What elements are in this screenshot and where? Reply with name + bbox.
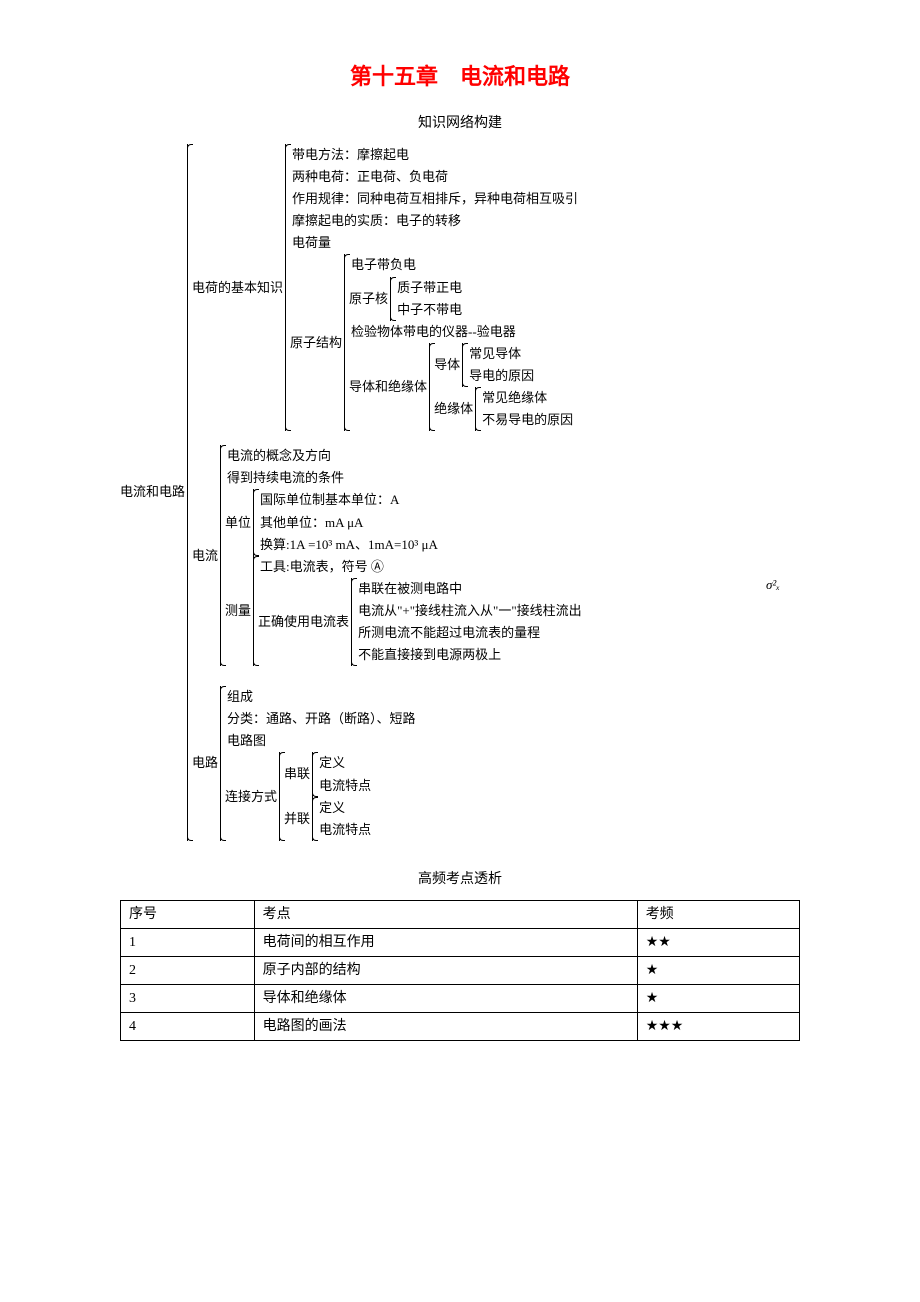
si-unit: 国际单位制基本单位：A: [258, 489, 440, 511]
conduct-reason: 导电的原因: [467, 365, 536, 387]
charge-types: 两种电荷：正电荷、负电荷: [290, 166, 580, 188]
composition: 组成: [225, 686, 418, 708]
frequency-table: 序号 考点 考频 1 电荷间的相互作用 ★★ 2 原子内部的结构 ★ 3 导体和…: [120, 900, 800, 1041]
range-limit: 所测电流不能超过电流表的量程: [356, 622, 584, 644]
chapter-title: 第十五章 电流和电路: [120, 60, 800, 93]
table-header-row: 序号 考点 考频: [121, 900, 800, 928]
cell-num: 3: [121, 984, 255, 1012]
cell-point: 导体和绝缘体: [254, 984, 637, 1012]
other-units: 其他单位：mA μA: [258, 512, 440, 534]
conductor-insulator-label: 导体和绝缘体: [349, 376, 429, 398]
tool-ammeter: 工具:电流表，符号 Ⓐ: [258, 556, 584, 578]
cell-freq: ★★: [637, 928, 799, 956]
header-point: 考点: [254, 900, 637, 928]
usage-label: 正确使用电流表: [258, 611, 351, 633]
current-concept: 电流的概念及方向: [225, 445, 584, 467]
table-row: 3 导体和绝缘体 ★: [121, 984, 800, 1012]
electroscope: 检验物体带电的仪器--验电器: [349, 321, 575, 343]
common-insulator: 常见绝缘体: [480, 387, 575, 409]
continuous-current: 得到持续电流的条件: [225, 467, 584, 489]
proton: 质子带正电: [395, 277, 464, 299]
circuit-diagram: 电路图: [225, 730, 418, 752]
neutron: 中子不带电: [395, 299, 464, 321]
atom-structure-label: 原子结构: [290, 332, 344, 354]
cell-point: 原子内部的结构: [254, 956, 637, 984]
classification: 分类：通路、开路（断路）、短路: [225, 708, 418, 730]
cell-freq: ★★★: [637, 1012, 799, 1040]
unit-conversion: 换算:1A =10³ mA、1mA=10³ μA: [258, 534, 440, 556]
parallel-def: 定义: [317, 797, 373, 819]
electron-negative: 电子带负电: [349, 254, 575, 276]
parallel-label: 并联: [284, 808, 312, 830]
cell-point: 电荷间的相互作用: [254, 928, 637, 956]
series-def: 定义: [317, 752, 373, 774]
charge-quantity: 电荷量: [290, 232, 580, 254]
series-feature: 电流特点: [317, 775, 373, 797]
cell-point: 电路图的画法: [254, 1012, 637, 1040]
series-label: 串联: [284, 763, 312, 785]
knowledge-tree: σ²ₓ 电流和电路 电荷的基本知识 带电方法：摩擦起电 两种电荷：正电荷、负电荷…: [120, 144, 800, 841]
header-num: 序号: [121, 900, 255, 928]
connect-label: 连接方式: [225, 786, 279, 808]
table-row: 2 原子内部的结构 ★: [121, 956, 800, 984]
table-row: 4 电路图的画法 ★★★: [121, 1012, 800, 1040]
measure-label: 测量: [225, 600, 253, 622]
parallel-feature: 电流特点: [317, 819, 373, 841]
cell-num: 4: [121, 1012, 255, 1040]
cell-num: 1: [121, 928, 255, 956]
nucleus-label: 原子核: [349, 288, 390, 310]
cell-freq: ★: [637, 984, 799, 1012]
root-label: 电流和电路: [120, 481, 187, 503]
sigma-symbol: σ²ₓ: [766, 574, 780, 596]
header-freq: 考频: [637, 900, 799, 928]
conductor-label: 导体: [434, 354, 462, 376]
series-connect: 串联在被测电路中: [356, 578, 584, 600]
charge-law: 作用规律：同种电荷互相排斥，异种电荷相互吸引: [290, 188, 580, 210]
nonconduct-reason: 不易导电的原因: [480, 409, 575, 431]
no-direct-connect: 不能直接接到电源两极上: [356, 644, 584, 666]
common-conductor: 常见导体: [467, 343, 536, 365]
section-charge-label: 电荷的基本知识: [192, 277, 285, 299]
knowledge-network-subtitle: 知识网络构建: [120, 113, 800, 134]
cell-num: 2: [121, 956, 255, 984]
section-current-label: 电流: [192, 545, 220, 567]
cell-freq: ★: [637, 956, 799, 984]
table-title: 高频考点透析: [120, 869, 800, 890]
table-row: 1 电荷间的相互作用 ★★: [121, 928, 800, 956]
friction-essence: 摩擦起电的实质：电子的转移: [290, 210, 580, 232]
terminal-flow: 电流从"+"接线柱流入从"一"接线柱流出: [356, 600, 584, 622]
charge-method: 带电方法：摩擦起电: [290, 144, 580, 166]
insulator-label: 绝缘体: [434, 398, 475, 420]
section-circuit-label: 电路: [192, 752, 220, 774]
unit-label: 单位: [225, 512, 253, 534]
